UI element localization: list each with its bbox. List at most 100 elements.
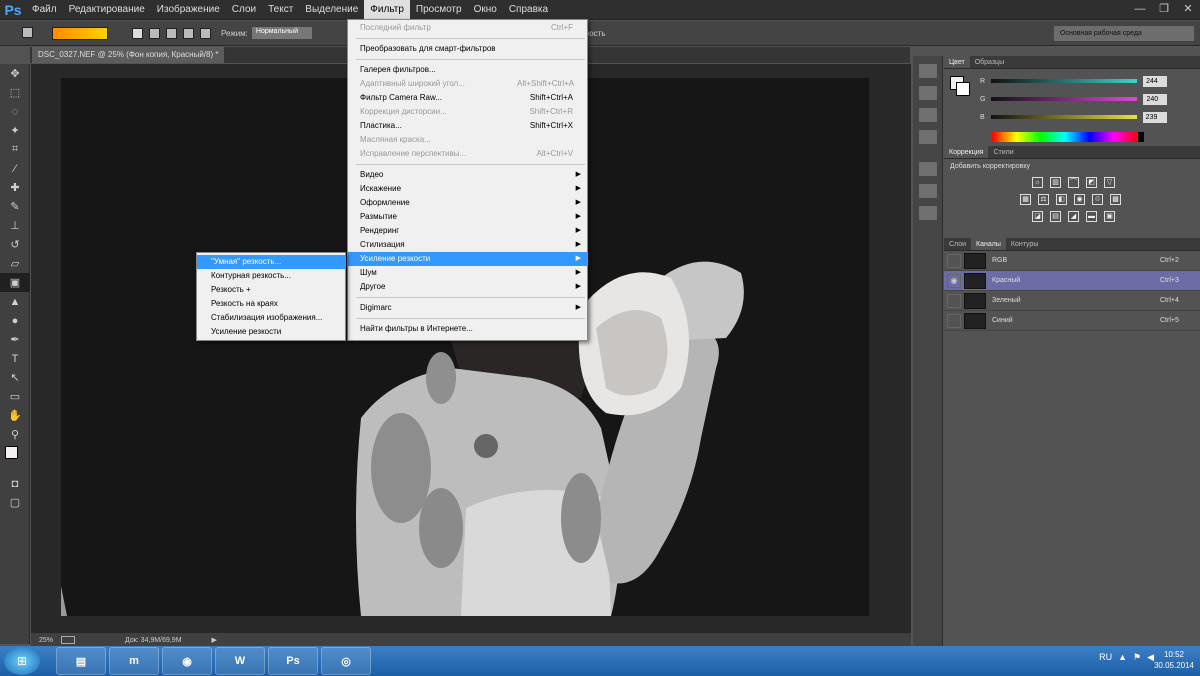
color-spectrum[interactable]	[992, 132, 1138, 142]
eraser-tool-icon[interactable]: ▱	[0, 254, 30, 273]
mode-select[interactable]: Нормальный	[251, 27, 312, 39]
eye-icon[interactable]	[947, 313, 961, 328]
tab-styles[interactable]: Стили	[988, 146, 1018, 158]
tab-layers[interactable]: Слои	[944, 238, 971, 250]
slider-value-input[interactable]: 239	[1142, 111, 1167, 123]
crop-tool-icon[interactable]: ⌗	[0, 140, 30, 159]
tab-channels[interactable]: Каналы	[971, 238, 1006, 250]
vibrance-icon[interactable]: ▽	[1104, 177, 1115, 188]
slider-value-input[interactable]: 244	[1143, 75, 1168, 87]
menu-просмотр[interactable]: Просмотр	[410, 0, 468, 20]
document-tab[interactable]: DSC_0327.NEF @ 25% (Фон копия, Красный/8…	[32, 47, 226, 63]
curves-icon[interactable]: ⌒	[1068, 177, 1079, 188]
tool-preset-icon[interactable]	[22, 27, 33, 38]
filter-menu-item[interactable]: Найти фильтры в Интернете...	[348, 322, 587, 336]
menu-слои[interactable]: Слои	[226, 0, 262, 20]
slider-track[interactable]	[990, 115, 1137, 119]
filter-menu-item[interactable]: Преобразовать для смарт-фильтров	[348, 42, 587, 56]
channel-row[interactable]: Зеленый Ctrl+4	[944, 291, 1200, 311]
channel-row[interactable]: RGB Ctrl+2	[944, 251, 1200, 271]
move-tool-icon[interactable]: ✥	[0, 64, 30, 83]
healing-brush-tool-icon[interactable]: ✚	[0, 178, 30, 197]
menu-файл[interactable]: Файл	[26, 0, 63, 20]
screen-mode-icon[interactable]: ▢	[0, 493, 30, 512]
color-swatches[interactable]	[0, 444, 30, 474]
actions-panel-icon[interactable]	[918, 86, 937, 100]
filter-menu-item[interactable]: Видео ▶	[348, 168, 587, 182]
levels-icon[interactable]: ▥	[1050, 177, 1061, 188]
info-panel-icon[interactable]	[918, 130, 937, 144]
photo-filter-icon[interactable]: ◉	[1074, 194, 1085, 205]
dodge-tool-icon[interactable]: ●	[0, 311, 30, 330]
menu-фильтр[interactable]: Фильтр	[364, 0, 410, 20]
taskbar-photoshop-icon[interactable]: Ps	[268, 647, 318, 675]
menu-окно[interactable]: Окно	[468, 0, 503, 20]
maximize-button[interactable]: ❐	[1152, 0, 1176, 18]
radial-gradient-button[interactable]	[149, 27, 160, 39]
start-button[interactable]: ⊞	[4, 647, 40, 675]
brush-tool-icon[interactable]: ✎	[0, 197, 30, 216]
filter-menu-item[interactable]: Оформление ▶	[348, 196, 587, 210]
black-white-icon[interactable]: ◧	[1056, 194, 1067, 205]
color-lookup-icon[interactable]: ▩	[1110, 194, 1121, 205]
hue-saturation-icon[interactable]: ▦	[1020, 194, 1031, 205]
hand-tool-icon[interactable]: ✋	[0, 406, 30, 425]
taskbar-viewer-icon[interactable]: ◎	[321, 647, 371, 675]
menu-текст[interactable]: Текст	[262, 0, 299, 20]
angle-gradient-button[interactable]	[166, 27, 177, 39]
filter-menu-item[interactable]: Стилизация ▶	[348, 238, 587, 252]
menu-справка[interactable]: Справка	[503, 0, 554, 20]
brush-presets-panel-icon[interactable]	[918, 184, 937, 198]
sharpen-menu-item[interactable]: Стабилизация изображения...	[197, 311, 345, 325]
blur-tool-icon[interactable]: ▲	[0, 292, 30, 311]
pen-tool-icon[interactable]: ✒	[0, 330, 30, 349]
flag-icon[interactable]: ⚑	[1133, 652, 1141, 663]
brush-panel-icon[interactable]	[918, 162, 937, 176]
shape-tool-icon[interactable]: ▭	[0, 387, 30, 406]
taskbar-chrome-icon[interactable]: ◉	[162, 647, 212, 675]
gradient-swatch[interactable]	[52, 26, 108, 40]
posterize-icon[interactable]: ▤	[1050, 211, 1061, 222]
sharpen-menu-item[interactable]: Контурная резкость...	[197, 269, 345, 283]
tab-paths[interactable]: Контуры	[1006, 238, 1043, 250]
channel-mixer-icon[interactable]: ♲	[1092, 194, 1103, 205]
status-menu-arrow-icon[interactable]: ▶	[212, 636, 217, 644]
taskbar-explorer-icon[interactable]: ▤	[56, 647, 106, 675]
reflected-gradient-button[interactable]	[183, 27, 194, 39]
properties-panel-icon[interactable]	[918, 108, 937, 122]
lasso-tool-icon[interactable]: ◌	[0, 102, 30, 121]
network-icon[interactable]: ▲	[1118, 652, 1127, 663]
history-panel-icon[interactable]	[918, 64, 937, 78]
gradient-tool-icon[interactable]: ▣	[0, 273, 30, 292]
language-indicator[interactable]: RU	[1099, 652, 1112, 663]
workspace-select[interactable]: Основная рабочая среда	[1054, 26, 1194, 41]
menu-изображение[interactable]: Изображение	[151, 0, 226, 20]
filter-menu-item[interactable]: Усиление резкости ▶	[348, 252, 587, 266]
gradient-map-icon[interactable]: ▬	[1086, 211, 1097, 222]
eyedropper-tool-icon[interactable]: ⁄	[0, 159, 30, 178]
menu-редактирование[interactable]: Редактирование	[63, 0, 151, 20]
filter-menu-item[interactable]: Пластика... Shift+Ctrl+X	[348, 119, 587, 133]
invert-icon[interactable]: ◪	[1032, 211, 1043, 222]
sharpen-menu-item[interactable]: Резкость +	[197, 283, 345, 297]
sharpen-menu-item[interactable]: Усиление резкости	[197, 325, 345, 339]
close-button[interactable]: ✕	[1176, 0, 1200, 18]
eye-icon[interactable]: ◉	[947, 273, 961, 288]
slider-track[interactable]	[991, 79, 1138, 83]
sharpen-menu-item[interactable]: Резкость на краях	[197, 297, 345, 311]
path-selection-tool-icon[interactable]: ↖	[0, 368, 30, 387]
foreground-color-swatch[interactable]	[5, 446, 18, 459]
zoom-tool-icon[interactable]: ⚲	[0, 425, 30, 444]
minimize-button[interactable]: —	[1128, 0, 1152, 18]
channel-row[interactable]: ◉ Красный Ctrl+3	[944, 271, 1200, 291]
diamond-gradient-button[interactable]	[200, 27, 211, 39]
linear-gradient-button[interactable]	[132, 27, 143, 39]
tab-color[interactable]: Цвет	[944, 56, 970, 68]
clock[interactable]: 10:52 30.05.2014	[1154, 649, 1194, 671]
filter-menu-item[interactable]: Размытие ▶	[348, 210, 587, 224]
filter-menu-item[interactable]: Фильтр Camera Raw... Shift+Ctrl+A	[348, 91, 587, 105]
eye-icon[interactable]	[947, 293, 961, 308]
tab-adjustments[interactable]: Коррекция	[944, 146, 989, 158]
history-brush-tool-icon[interactable]: ↺	[0, 235, 30, 254]
channel-row[interactable]: Синий Ctrl+5	[944, 311, 1200, 331]
